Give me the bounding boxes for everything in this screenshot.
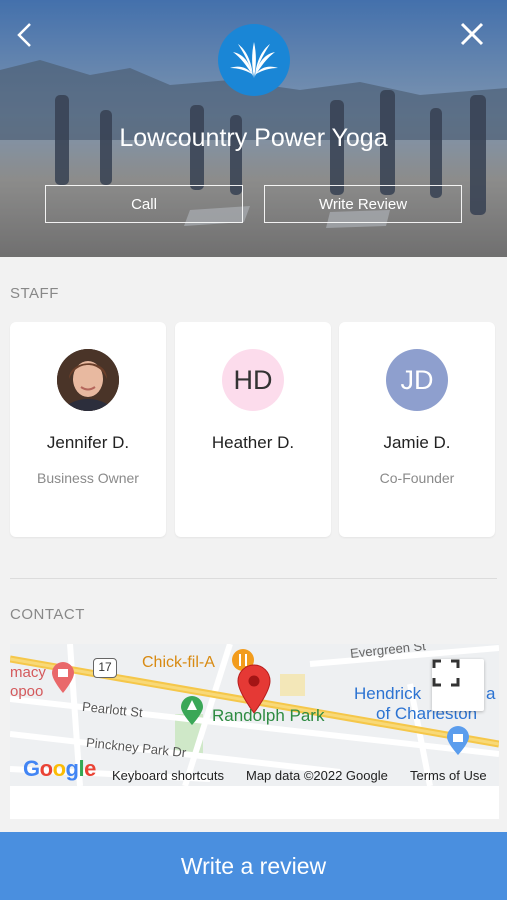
shopping-pin-icon: [447, 726, 469, 755]
fullscreen-button[interactable]: [432, 659, 484, 711]
back-button[interactable]: [10, 18, 40, 52]
staff-card-jennifer[interactable]: Jennifer D. Business Owner: [10, 322, 166, 537]
close-icon: [460, 22, 484, 46]
terms-of-use-link[interactable]: Terms of Use: [410, 768, 487, 783]
staff-card-heather[interactable]: HD Heather D.: [175, 322, 331, 537]
write-review-button[interactable]: Write Review: [264, 185, 462, 223]
avatar-initials: HD: [222, 349, 284, 411]
pharmacy-pin-icon: [52, 662, 74, 693]
map-label-hendrick: Hendrick: [354, 684, 422, 703]
keyboard-shortcuts-link[interactable]: Keyboard shortcuts: [112, 768, 224, 783]
route-shield: 17: [93, 658, 117, 678]
business-logo: [218, 24, 290, 96]
map-data-attribution: Map data ©2022 Google: [246, 768, 388, 783]
palm-logo-icon: [230, 42, 278, 78]
map-label-pharmacy-2: opoo: [10, 683, 44, 700]
write-a-review-button[interactable]: Write a review: [0, 832, 507, 900]
avatar: [57, 349, 119, 411]
contact-section-title: CONTACT: [10, 606, 85, 623]
map-label-chick-fil-a: Chick-fil-A: [142, 654, 215, 671]
profile-photo: [57, 349, 119, 411]
staff-card-jamie[interactable]: JD Jamie D. Co-Founder: [339, 322, 495, 537]
avatar-initials: JD: [386, 349, 448, 411]
call-button[interactable]: Call: [45, 185, 243, 223]
staff-name: Jennifer D.: [46, 433, 130, 452]
staff-name: Jamie D.: [383, 433, 451, 452]
map-label-pharmacy: macy: [10, 664, 46, 681]
map-label-hendrick-2: a: [486, 684, 496, 703]
map-container: 17 macy opoo Chick-fil-A Evergreen St Ra…: [10, 644, 499, 819]
staff-role: Business Owner: [37, 470, 139, 486]
business-header: Lowcountry Power Yoga Call Write Review: [0, 0, 507, 257]
close-button[interactable]: [456, 18, 488, 50]
google-logo: Google: [23, 756, 96, 781]
park-pin-icon: [181, 696, 203, 725]
chevron-left-icon: [17, 23, 31, 47]
staff-section-title: STAFF: [10, 285, 59, 302]
map-label-randolph-park: Randolph Park: [212, 706, 325, 725]
fullscreen-icon: [432, 659, 460, 687]
map[interactable]: 17 macy opoo Chick-fil-A Evergreen St Ra…: [10, 644, 499, 786]
section-divider: [10, 578, 497, 579]
business-name: Lowcountry Power Yoga: [119, 124, 388, 152]
staff-role: Co-Founder: [379, 470, 455, 486]
staff-name: Heather D.: [211, 433, 295, 452]
